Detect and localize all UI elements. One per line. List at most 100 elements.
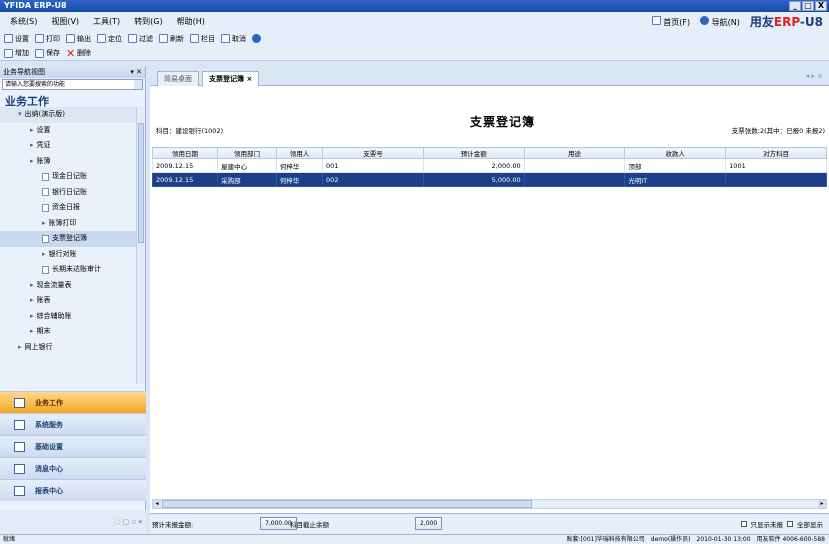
- locate-button[interactable]: 定位: [97, 34, 122, 44]
- sidebar-item-10[interactable]: 长期未达账审计: [0, 262, 145, 278]
- page-title: 支票登记簿: [470, 115, 536, 129]
- column-header[interactable]: 预计金额: [422, 147, 525, 159]
- sidebar-item-8[interactable]: 支票登记簿: [0, 231, 145, 247]
- minimize-button[interactable]: _: [789, 1, 801, 11]
- save-button[interactable]: 保存: [35, 48, 60, 58]
- column-header[interactable]: 对方科目: [725, 147, 827, 159]
- document-tabs: 简易桌面 支票登记簿 × ◂ ▸ ×: [150, 66, 829, 86]
- dropdown-icon[interactable]: [134, 80, 142, 89]
- sidebar-item-11[interactable]: ▸ 现金流量表: [0, 278, 145, 294]
- nav-scrollbar[interactable]: [136, 107, 145, 384]
- sidebar-item-15[interactable]: ▸ 网上银行: [0, 340, 145, 356]
- home-icon: [651, 15, 661, 25]
- module-list: 业务工作系统服务 基础设置 消息中心 报表中心: [0, 391, 146, 501]
- nav-link[interactable]: 导航(N): [700, 15, 740, 28]
- tab-simple-desktop[interactable]: 简易桌面: [157, 71, 199, 86]
- sidebar-item-6[interactable]: 资金日报: [0, 200, 145, 216]
- maximize-button[interactable]: □: [802, 1, 814, 11]
- sidebar-item-3[interactable]: ▸ 账簿: [0, 154, 145, 170]
- add-button[interactable]: 增加: [4, 48, 29, 58]
- close-button[interactable]: X: [815, 1, 827, 11]
- menu-system[interactable]: 系统(S): [10, 16, 37, 27]
- tab-close-icon[interactable]: ×: [246, 75, 252, 83]
- table-cell[interactable]: 002: [322, 172, 424, 187]
- sidebar-item-0[interactable]: ▾ 出纳(演示版): [0, 107, 145, 123]
- unreimbursed-label: 预计未报金额:: [152, 521, 194, 529]
- module-icon: [14, 485, 25, 496]
- table-row[interactable]: 2009.12.15 屋建中心 何梓华 001 2,000.00 顶部 1001: [151, 158, 827, 173]
- table-cell[interactable]: [523, 158, 626, 173]
- table-cell[interactable]: 何梓华: [275, 172, 324, 187]
- column-header[interactable]: 领用日期: [151, 147, 219, 159]
- sidebar-item-14[interactable]: ▸ 期末: [0, 324, 145, 340]
- sidebar-item-5[interactable]: 银行日记账: [0, 185, 145, 201]
- scroll-left-icon[interactable]: ◂: [153, 500, 161, 508]
- menu-goto[interactable]: 转到(G): [134, 16, 162, 27]
- setup-button[interactable]: 设置: [4, 34, 29, 44]
- table-row[interactable]: 2009.12.15 采购部 何梓华 002 5,000.00 光明IT: [151, 172, 827, 187]
- module-3[interactable]: 消息中心: [0, 457, 146, 479]
- module-label: 业务工作: [35, 398, 63, 407]
- sidebar-item-label: 长期未达账审计: [52, 265, 101, 273]
- table-cell[interactable]: 屋建中心: [217, 158, 277, 173]
- table-cell[interactable]: 采购部: [217, 172, 277, 187]
- home-link[interactable]: 首页(F): [651, 15, 690, 28]
- menu-view[interactable]: 视图(V): [51, 16, 79, 27]
- column-header[interactable]: 领用人: [275, 147, 324, 159]
- table-cell[interactable]: 1001: [725, 158, 827, 173]
- tab-check-register[interactable]: 支票登记簿 ×: [202, 71, 260, 86]
- menu-tools[interactable]: 工具(T): [93, 16, 120, 27]
- nav-tree: ▾ 出纳(演示版) ▸ 设置 ▸ 凭证 ▸ 账簿 现金日记账 银行日记账资金日报 ▸ 账簿打印 支票登记…: [0, 107, 145, 384]
- page-icon: [42, 172, 49, 181]
- save-icon: [35, 48, 44, 58]
- table-cell[interactable]: [523, 172, 626, 187]
- expand-icon: ▸: [30, 141, 34, 149]
- column-header[interactable]: 用途: [523, 147, 626, 159]
- refresh-button[interactable]: 刷新: [159, 34, 184, 44]
- module-2[interactable]: 基础设置: [0, 435, 146, 457]
- sidebar-item-1[interactable]: ▸ 设置: [0, 123, 145, 139]
- horizontal-scrollbar[interactable]: ◂ ▸: [152, 499, 827, 509]
- main-toolbar: 设置 打印 输出 定位 过滤 刷新 栏目 取消: [0, 31, 829, 46]
- table-cell[interactable]: [725, 172, 827, 187]
- show-all-checkbox[interactable]: [787, 521, 793, 527]
- scroll-right-icon[interactable]: ▸: [818, 500, 826, 508]
- pin-close-icon[interactable]: ▾ ✕: [130, 66, 142, 78]
- sidebar-item-4[interactable]: 现金日记账: [0, 169, 145, 185]
- column-header[interactable]: 支票号: [322, 147, 424, 159]
- module-1[interactable]: 系统服务: [0, 413, 146, 435]
- nav-panel-header: 业务导航视图 ▾ ✕: [0, 66, 145, 78]
- sidebar-item-12[interactable]: ▸ 账表: [0, 293, 145, 309]
- table-cell[interactable]: 顶部: [624, 158, 727, 173]
- sidebar-item-label: 资金日报: [52, 203, 80, 211]
- table-cell[interactable]: 001: [322, 158, 424, 173]
- sidebar-item-2[interactable]: ▸ 凭证: [0, 138, 145, 154]
- module-4[interactable]: 报表中心: [0, 479, 146, 501]
- help-icon[interactable]: [252, 34, 261, 43]
- sidebar-item-9[interactable]: ▸ 银行对账: [0, 247, 145, 263]
- column-header[interactable]: 领用部门: [217, 147, 277, 159]
- table-cell[interactable]: 光明IT: [624, 172, 727, 187]
- delete-button[interactable]: ✕ 删除: [66, 48, 91, 59]
- menu-help[interactable]: 帮助(H): [177, 16, 205, 27]
- nav-footer-icons[interactable]: ◌ ▢ ▫ ▾: [0, 510, 146, 534]
- sidebar-item-13[interactable]: ▸ 综合辅助账: [0, 309, 145, 325]
- nav-scroll-thumb[interactable]: [138, 123, 144, 243]
- table-cell[interactable]: 何梓华: [275, 158, 324, 173]
- columns-button[interactable]: 栏目: [190, 34, 215, 44]
- table-cell[interactable]: 2009.12.15: [151, 172, 219, 187]
- table-cell[interactable]: 2,000.00: [422, 158, 525, 173]
- print-button[interactable]: 打印: [35, 34, 60, 44]
- horizontal-scroll-thumb[interactable]: [162, 500, 532, 508]
- sidebar-item-7[interactable]: ▸ 账簿打印: [0, 216, 145, 232]
- cancel-button[interactable]: 取消: [221, 34, 246, 44]
- table-cell[interactable]: 2009.12.15: [151, 158, 219, 173]
- filter-button[interactable]: 过滤: [128, 34, 153, 44]
- table-cell[interactable]: 5,000.00: [422, 172, 525, 187]
- nav-search-input[interactable]: 请输入您要搜索的功能: [2, 79, 143, 90]
- export-button[interactable]: 输出: [66, 34, 91, 44]
- column-header[interactable]: 收款人: [624, 147, 727, 159]
- show-unreimbursed-checkbox[interactable]: [740, 521, 747, 527]
- module-0[interactable]: 业务工作: [0, 391, 146, 413]
- tab-scroll-arrows[interactable]: ◂ ▸ ×: [806, 72, 823, 80]
